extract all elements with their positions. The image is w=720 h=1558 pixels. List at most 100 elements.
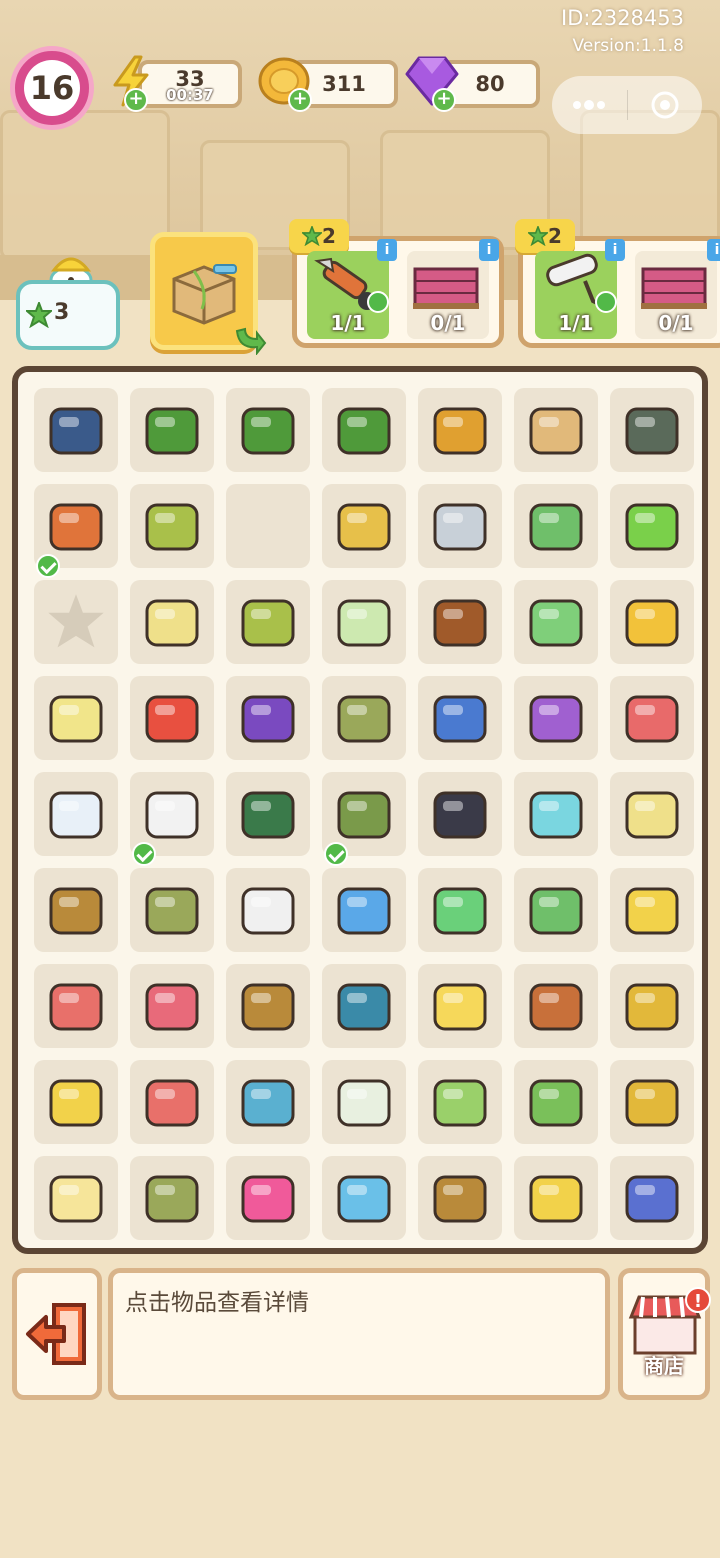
board-cell-cardboard-box-taped[interactable]	[514, 388, 598, 472]
board-cell-newspaper[interactable]	[322, 1060, 406, 1144]
order-item-utility-knife[interactable]: 1/1	[307, 251, 389, 339]
board-cell-clamp[interactable]	[226, 772, 310, 856]
board-cell-dumbbell[interactable]	[514, 772, 598, 856]
wrench-handle-icon	[610, 388, 694, 472]
order-card[interactable]: 2 1/1 i 0/1 i	[289, 219, 504, 348]
add-coins-button[interactable]: +	[288, 88, 312, 112]
board-cell-green-toolbox-open[interactable]	[130, 388, 214, 472]
board-cell-sack-pile[interactable]	[130, 1156, 214, 1240]
board-cell-tray[interactable]	[130, 580, 214, 664]
blue-boxes-icon	[322, 964, 406, 1048]
energy-orb-icon	[610, 484, 694, 568]
board-cell-gloves[interactable]	[322, 772, 406, 866]
board-cell-sprout-cup[interactable]	[34, 1156, 118, 1240]
order-item-paint-roller[interactable]: 1/1	[535, 251, 617, 339]
board-cell-dustpan[interactable]	[130, 964, 214, 1048]
board-cell-shopping-cart[interactable]	[610, 868, 694, 952]
board-cell-backpack[interactable]	[226, 1156, 310, 1240]
board-cell-seed-bag-small[interactable]	[226, 580, 310, 664]
board-cell-book[interactable]	[514, 676, 598, 760]
order-card[interactable]: 2 1/1 i 0/1 i	[515, 219, 720, 348]
basket-dumbbell-icon	[34, 676, 118, 760]
board-cell-blue-boxes[interactable]	[322, 964, 406, 1048]
board-cell-cart-gold[interactable]	[34, 1060, 118, 1144]
board-cell-purple-crate[interactable]	[226, 676, 310, 760]
board-cell-chip[interactable]	[34, 388, 118, 472]
order-item-progress: 0/1	[658, 311, 694, 335]
player-level-badge[interactable]: 16	[10, 46, 94, 130]
exit-button[interactable]	[12, 1268, 102, 1400]
chart-paper-icon	[34, 772, 118, 856]
board-cell-seed-bag[interactable]	[130, 484, 214, 568]
wallet-icon	[418, 580, 502, 664]
board-cell-blue-dice[interactable]	[322, 868, 406, 952]
board-cell-flower-basket[interactable]	[418, 1156, 502, 1240]
add-gems-button[interactable]: +	[432, 88, 456, 112]
basket-small-icon	[610, 772, 694, 856]
board-cell-paint-roller[interactable]	[130, 772, 214, 866]
board-cell-robot-cleaner[interactable]	[322, 1156, 406, 1240]
board-cell-cash-bundle[interactable]	[514, 484, 598, 568]
gold-medal-icon	[610, 580, 694, 664]
info-icon[interactable]: i	[605, 239, 625, 261]
board-cell-seed-sack-flat[interactable]	[130, 868, 214, 952]
board-cell-banknote[interactable]	[514, 580, 598, 664]
board-cell-radio[interactable]	[514, 1060, 598, 1144]
board-cell-bucket-tools[interactable]	[34, 964, 118, 1048]
board-cell-silver-medal[interactable]	[418, 484, 502, 568]
order-reward: 2	[515, 219, 575, 253]
board-cell-rosette[interactable]	[130, 676, 214, 760]
board-cell-wallet[interactable]	[418, 580, 502, 664]
board-cell-wicker-basket[interactable]	[34, 868, 118, 952]
board-cell-cash-stack[interactable]	[514, 868, 598, 952]
tv-icon	[418, 1060, 502, 1144]
helper-badge[interactable]: 3	[16, 250, 120, 350]
board-cell-pedal-machine[interactable]	[226, 1060, 310, 1144]
board-cell-paint-can[interactable]	[226, 868, 310, 952]
target-close-icon[interactable]	[628, 76, 703, 134]
flower-pot-icon	[514, 964, 598, 1048]
info-icon[interactable]: i	[707, 239, 720, 261]
board-cell-gold-medal[interactable]	[610, 580, 694, 664]
board-cell-tv[interactable]	[418, 1060, 502, 1144]
info-icon[interactable]: i	[479, 239, 499, 261]
board-cell-cart-tools[interactable]	[514, 1156, 598, 1240]
board-cell-locked-star[interactable]	[34, 580, 118, 664]
board-cell-boxing-glove[interactable]	[418, 772, 502, 856]
board-cell-open-box[interactable]	[322, 484, 406, 568]
board-cell-basket-dumbbell[interactable]	[34, 676, 118, 760]
sack-pile-icon	[130, 1156, 214, 1240]
shop-button[interactable]: 商店 !	[618, 1268, 711, 1400]
board-cell-flower-pot[interactable]	[514, 964, 598, 1048]
boxing-glove-icon	[418, 772, 502, 856]
board-cell-blue-ribbon[interactable]	[418, 676, 502, 760]
board-cell-chart-paper[interactable]	[34, 772, 118, 856]
board-cell-gem-hex[interactable]	[418, 868, 502, 952]
board-cell-energy-orb[interactable]	[610, 484, 694, 568]
board-cell-red-crate[interactable]	[130, 1060, 214, 1144]
paint-bucket-icon	[418, 964, 502, 1048]
board-cell-seed-packet[interactable]	[322, 580, 406, 664]
board-cell-wicker-bowl[interactable]	[226, 964, 310, 1048]
board-cell-seed-sacks[interactable]	[322, 676, 406, 760]
board-cell-key-tag[interactable]	[418, 388, 502, 472]
order-item-progress: 0/1	[430, 311, 466, 335]
board-cell-basket-small[interactable]	[610, 772, 694, 856]
board-cell-neck-pillow[interactable]	[610, 1156, 694, 1240]
board-cell-empty[interactable]	[226, 484, 310, 568]
main-task-button[interactable]	[150, 232, 267, 355]
board-cell-paint-bucket[interactable]	[418, 964, 502, 1048]
info-icon[interactable]: i	[377, 239, 397, 261]
order-item-bricks[interactable]: 0/1	[407, 251, 489, 339]
board-cell-utility-knife[interactable]	[34, 484, 118, 578]
board-cell-wrench-handle[interactable]	[610, 388, 694, 472]
board-cell-toolbox-red[interactable]	[610, 676, 694, 760]
add-energy-button[interactable]: +	[124, 88, 148, 112]
order-item-bricks[interactable]: 0/1	[635, 251, 717, 339]
board-cell-drawer-cabinet-large[interactable]	[610, 1060, 694, 1144]
order-reward: 2	[289, 219, 349, 253]
board-cell-green-toolbox[interactable]	[226, 388, 310, 472]
more-dots-icon[interactable]	[552, 76, 627, 134]
board-cell-green-toolbox-tools[interactable]	[322, 388, 406, 472]
board-cell-drawer-cabinet[interactable]	[610, 964, 694, 1048]
